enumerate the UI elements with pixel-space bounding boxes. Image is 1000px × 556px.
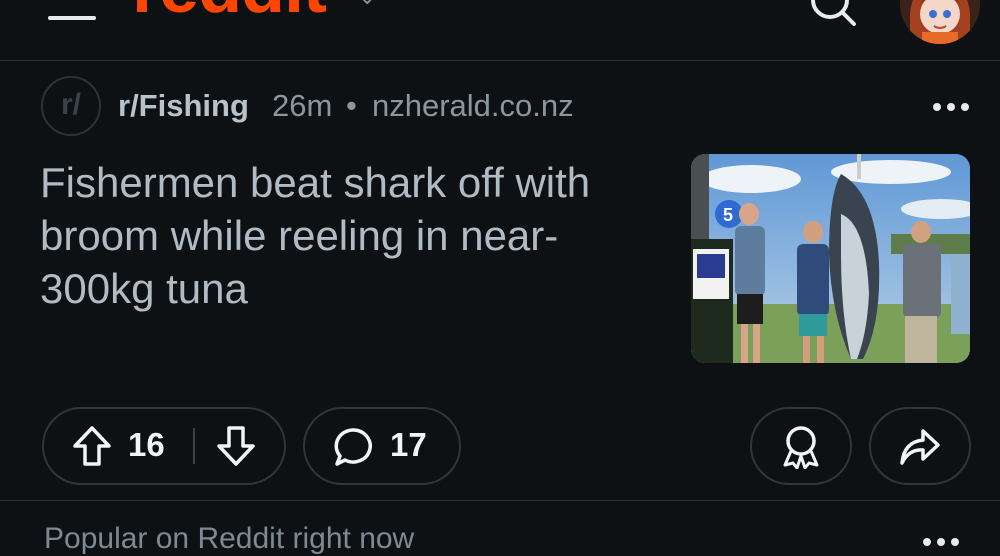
section-title: Popular on Reddit right now <box>44 522 415 555</box>
post-title[interactable]: Fishermen beat shark off with broom whil… <box>40 156 670 315</box>
comment-icon[interactable] <box>333 427 373 467</box>
upvote-icon[interactable] <box>72 425 112 467</box>
more-options-icon[interactable] <box>933 103 969 111</box>
subreddit-icon[interactable]: r/ <box>41 76 101 136</box>
vote-divider <box>193 428 195 464</box>
svg-text:5: 5 <box>723 205 733 225</box>
comment-count: 17 <box>390 426 427 463</box>
vote-count: 16 <box>128 426 165 463</box>
post-thumbnail[interactable]: 5 <box>691 154 970 363</box>
menu-icon[interactable] <box>48 0 96 22</box>
reddit-logo[interactable]: reddit <box>132 0 327 24</box>
meta-separator: • <box>346 88 357 123</box>
share-icon[interactable] <box>899 428 941 466</box>
section-divider <box>0 500 1000 501</box>
chevron-down-icon[interactable]: ⌄ <box>358 0 376 10</box>
downvote-icon[interactable] <box>216 425 256 467</box>
header-divider <box>0 60 1000 61</box>
user-avatar[interactable] <box>900 0 980 44</box>
section-more-icon[interactable] <box>923 538 959 546</box>
subreddit-name[interactable]: r/Fishing <box>118 88 249 124</box>
search-icon[interactable] <box>806 0 858 28</box>
post-age: 26m <box>272 88 333 123</box>
award-icon[interactable] <box>781 425 821 470</box>
comments-button[interactable] <box>303 407 461 485</box>
domain-link[interactable]: nzherald.co.nz <box>372 88 574 124</box>
